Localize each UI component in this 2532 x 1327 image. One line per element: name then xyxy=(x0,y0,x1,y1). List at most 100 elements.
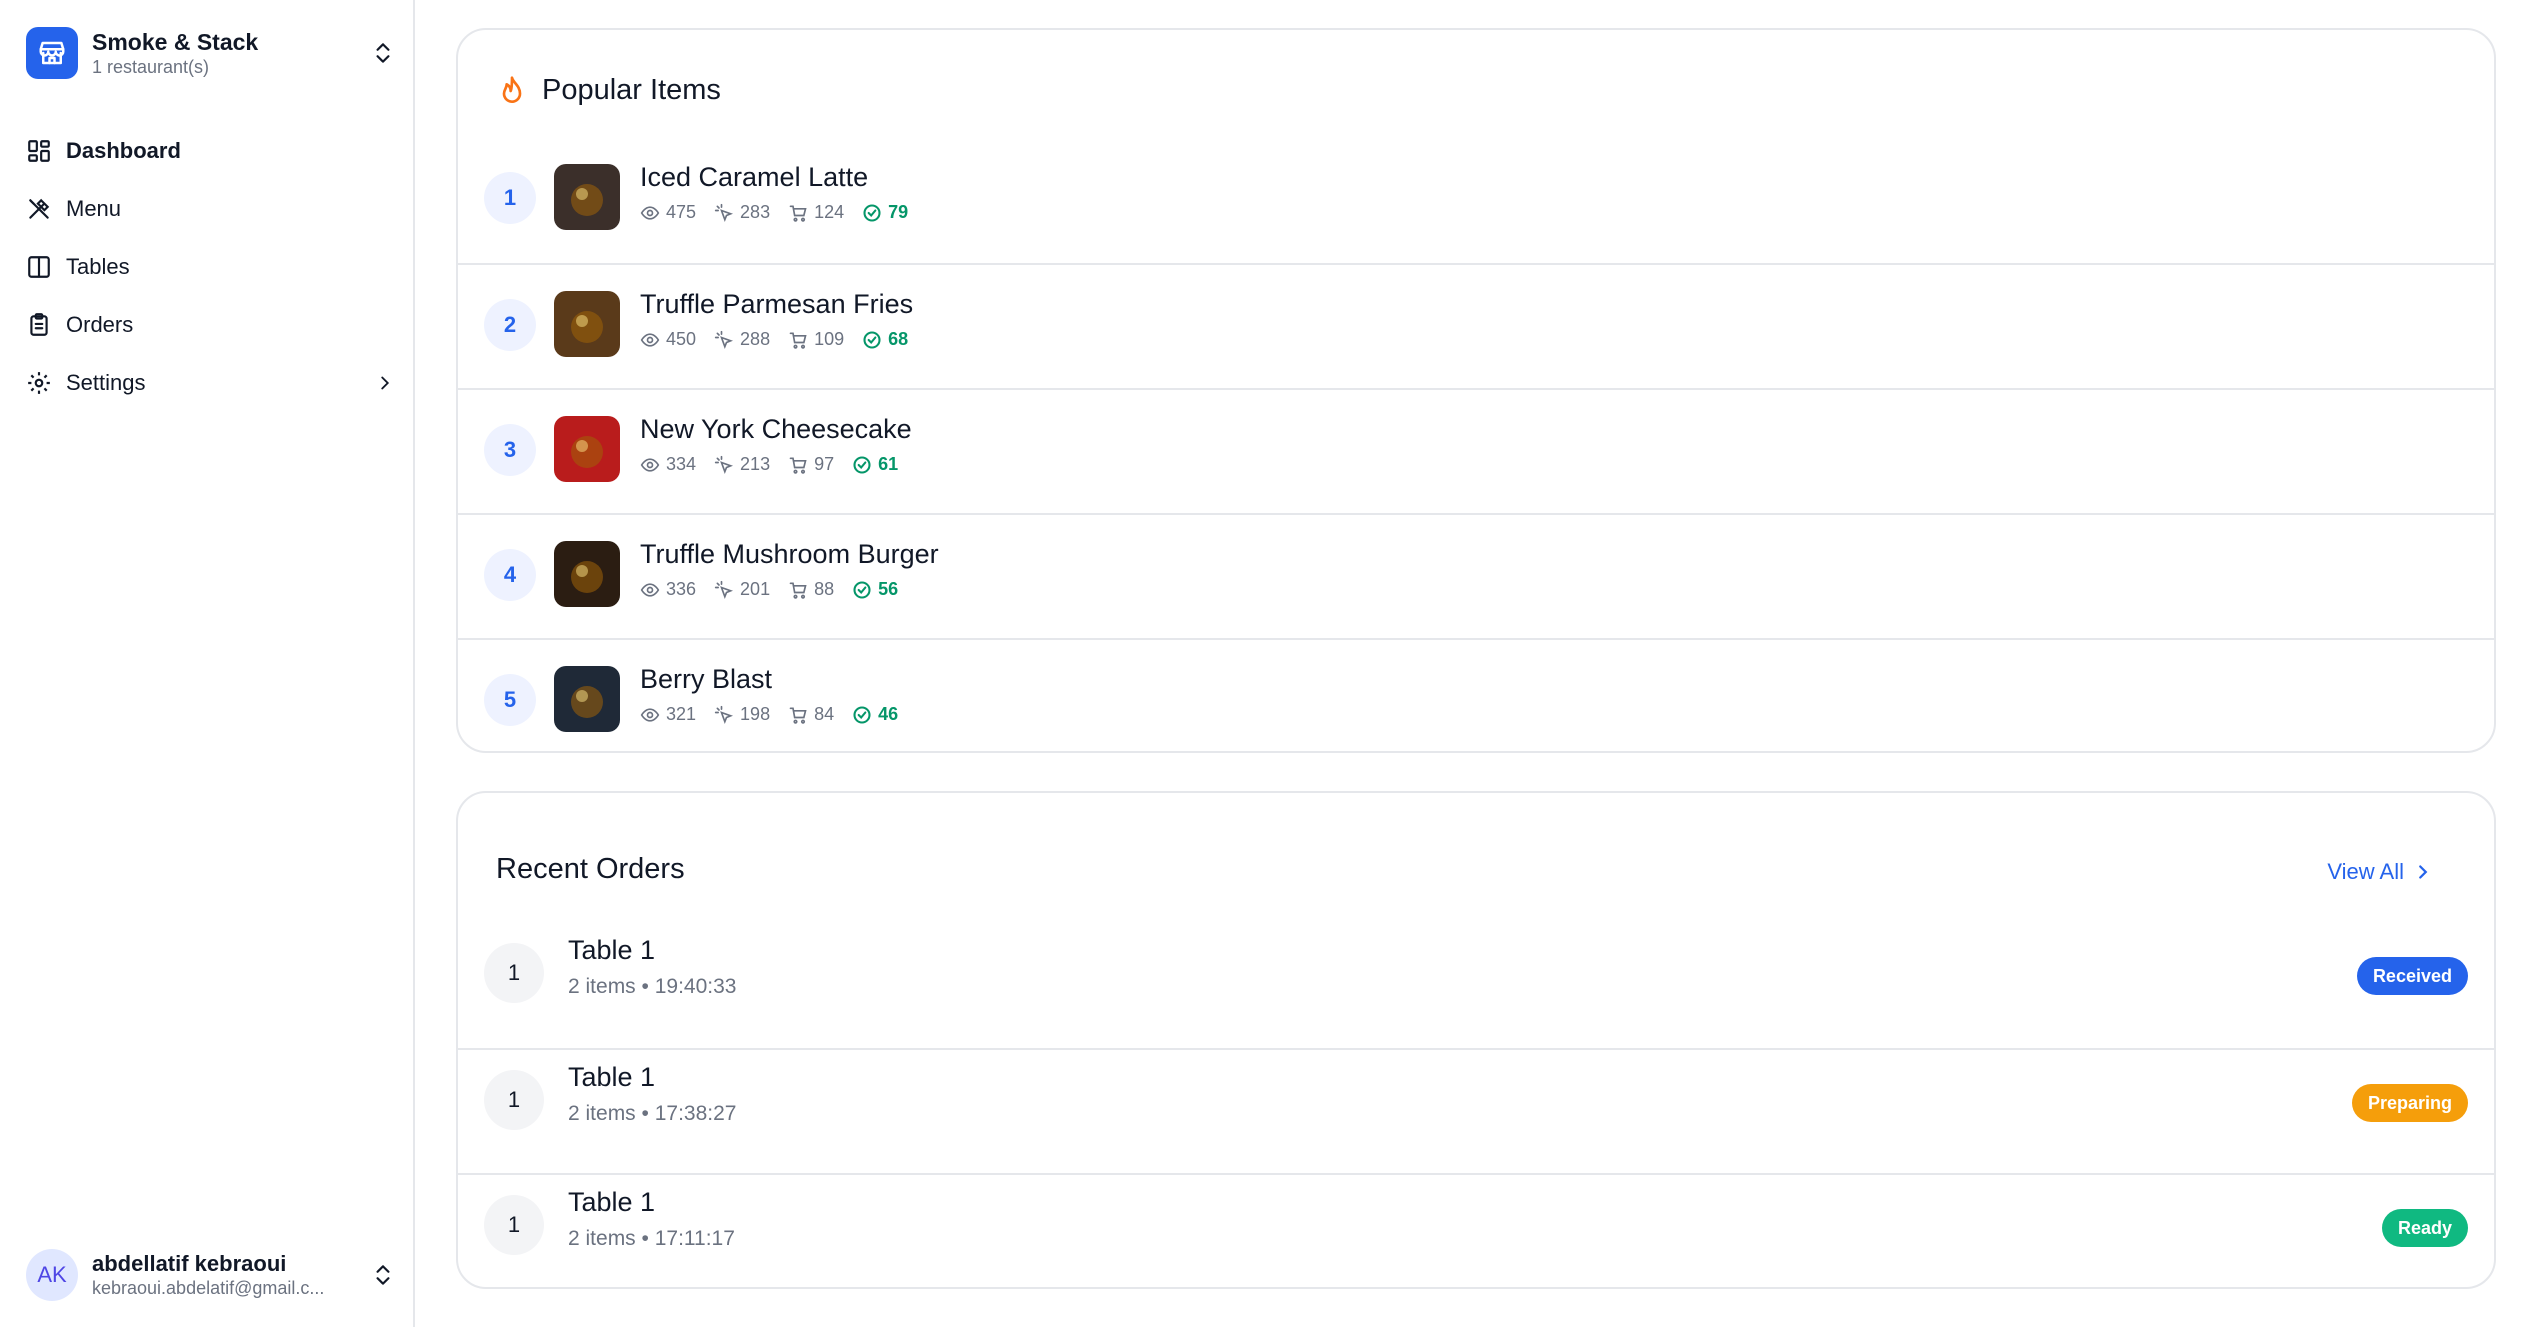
item-thumbnail xyxy=(554,416,620,482)
user-menu[interactable]: AK abdellatif kebraoui kebraoui.abdelati… xyxy=(26,1246,396,1304)
view-all-link[interactable]: View All xyxy=(2327,859,2434,885)
eye-icon xyxy=(640,457,660,472)
item-thumbnail xyxy=(554,164,620,230)
item-thumbnail xyxy=(554,291,620,357)
check-circle-icon xyxy=(863,203,881,222)
popular-item-row[interactable]: 3 New York Cheesecake 334 213 97 61 xyxy=(458,388,2494,513)
user-name: abdellatif kebraoui xyxy=(92,1251,287,1276)
order-row[interactable]: 1 Table 1 2 items • 17:38:27 Preparing xyxy=(458,1048,2494,1173)
order-row[interactable]: 1 Table 1 2 items • 17:11:17 Ready xyxy=(458,1173,2494,1287)
avatar: AK xyxy=(26,1249,78,1301)
sidebar-item-label: Dashboard xyxy=(66,138,181,163)
popular-items-card: Popular Items 1 Iced Caramel Latte 475 2… xyxy=(456,28,2496,753)
clicks-stat: 201 xyxy=(714,579,770,600)
cart-stat: 109 xyxy=(788,329,844,350)
order-table: Table 1 xyxy=(568,1187,656,1217)
utensils-icon xyxy=(29,198,50,219)
status-badge: Ready xyxy=(2381,1209,2468,1247)
rank-badge: 4 xyxy=(484,549,536,601)
user-email: kebraoui.abdelatif@gmail.c... xyxy=(92,1278,325,1298)
check-circle-icon xyxy=(863,330,881,349)
cart-count: 97 xyxy=(814,454,835,474)
clicks-count: 201 xyxy=(740,579,771,599)
orders-count: 79 xyxy=(888,202,909,222)
views-count: 336 xyxy=(666,579,697,599)
orders-count: 61 xyxy=(878,454,899,474)
chevron-right-icon xyxy=(381,376,390,390)
cart-count: 88 xyxy=(814,579,835,599)
clicks-stat: 288 xyxy=(714,329,770,350)
chevron-up-down-icon xyxy=(376,1265,390,1285)
item-stats: 321 198 84 46 xyxy=(640,704,916,725)
order-number: 1 xyxy=(484,943,544,1003)
cart-icon xyxy=(789,457,807,474)
orders-count: 46 xyxy=(878,704,899,724)
popular-item-row[interactable]: 5 Berry Blast 321 198 84 46 xyxy=(458,638,2494,751)
recent-orders-title: Recent Orders xyxy=(496,853,685,885)
views-count: 475 xyxy=(666,202,697,222)
clipboard-icon xyxy=(30,313,48,336)
order-row[interactable]: 1 Table 1 2 items • 19:40:33 Received xyxy=(458,923,2494,1048)
popular-items-title: Popular Items xyxy=(542,74,721,106)
views-count: 334 xyxy=(666,454,697,474)
orders-stat: 61 xyxy=(852,454,898,475)
item-stats: 450 288 109 68 xyxy=(640,329,926,350)
eye-icon xyxy=(640,332,660,347)
item-thumbnail xyxy=(554,541,620,607)
views-count: 321 xyxy=(666,704,697,724)
check-circle-icon xyxy=(853,705,871,724)
chevron-up-down-icon xyxy=(376,43,390,63)
check-circle-icon xyxy=(853,455,871,474)
views-stat: 450 xyxy=(640,329,696,350)
cart-icon xyxy=(789,332,807,349)
pointer-click-icon xyxy=(714,705,734,724)
eye-icon xyxy=(640,205,660,220)
clicks-stat: 198 xyxy=(714,704,770,725)
item-name: Truffle Parmesan Fries xyxy=(640,289,914,319)
views-stat: 475 xyxy=(640,202,696,223)
cart-count: 84 xyxy=(814,704,835,724)
restaurant-switcher[interactable]: Smoke & Stack 1 restaurant(s) xyxy=(26,24,396,82)
popular-item-row[interactable]: 1 Iced Caramel Latte 475 283 124 79 xyxy=(458,138,2494,263)
sidebar-nav: Dashboard Menu Tables Orders Settings xyxy=(26,122,396,412)
item-name: Truffle Mushroom Burger xyxy=(640,539,939,569)
sidebar: Smoke & Stack 1 restaurant(s) Dashboard … xyxy=(0,0,415,1327)
eye-icon xyxy=(640,582,660,597)
view-all-label: View All xyxy=(2327,859,2404,884)
sidebar-item-label: Menu xyxy=(66,196,122,221)
item-stats: 475 283 124 79 xyxy=(640,202,926,223)
order-table: Table 1 xyxy=(568,1062,656,1092)
popular-item-row[interactable]: 4 Truffle Mushroom Burger 336 201 88 56 xyxy=(458,513,2494,638)
clicks-stat: 283 xyxy=(714,202,770,223)
views-stat: 321 xyxy=(640,704,696,725)
sidebar-item-orders[interactable]: Orders xyxy=(26,296,396,354)
clicks-count: 288 xyxy=(740,329,771,349)
order-number: 1 xyxy=(484,1195,544,1255)
order-number: 1 xyxy=(484,1070,544,1130)
clicks-stat: 213 xyxy=(714,454,770,475)
cart-stat: 124 xyxy=(788,202,844,223)
sidebar-item-settings[interactable]: Settings xyxy=(26,354,396,412)
item-stats: 336 201 88 56 xyxy=(640,579,916,600)
sidebar-item-label: Settings xyxy=(66,370,146,395)
restaurant-name: Smoke & Stack xyxy=(92,29,259,55)
popular-item-row[interactable]: 2 Truffle Parmesan Fries 450 288 109 68 xyxy=(458,263,2494,388)
order-meta: 2 items • 17:38:27 xyxy=(568,1102,737,1125)
sidebar-item-dashboard[interactable]: Dashboard xyxy=(26,122,396,180)
status-badge: Received xyxy=(2356,957,2468,995)
pointer-click-icon xyxy=(714,330,734,349)
chevron-right-icon xyxy=(2419,865,2428,879)
pointer-click-icon xyxy=(714,203,734,222)
cart-count: 124 xyxy=(814,202,845,222)
cart-stat: 88 xyxy=(788,579,834,600)
orders-stat: 56 xyxy=(852,579,898,600)
gear-icon xyxy=(28,372,50,394)
restaurant-count: 1 restaurant(s) xyxy=(92,57,210,77)
sidebar-item-menu[interactable]: Menu xyxy=(26,180,396,238)
orders-count: 68 xyxy=(888,329,909,349)
pointer-click-icon xyxy=(714,455,734,474)
store-icon xyxy=(26,27,78,79)
sidebar-item-tables[interactable]: Tables xyxy=(26,238,396,296)
sidebar-item-label: Tables xyxy=(66,254,130,279)
item-name: New York Cheesecake xyxy=(640,414,912,444)
